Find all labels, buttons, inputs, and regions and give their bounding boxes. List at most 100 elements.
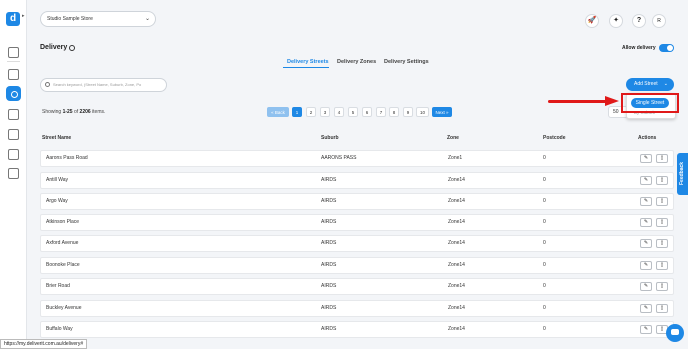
trash-icon[interactable]: ▯ [656, 154, 668, 163]
info-icon[interactable] [69, 45, 75, 51]
street-name-cell: Antill Way [46, 177, 69, 183]
zone-cell: Zone14 [448, 219, 465, 225]
zone-cell: Zone14 [448, 262, 465, 268]
edit-icon[interactable]: ✎ [640, 197, 652, 206]
street-name-cell: Axford Avenue [46, 240, 79, 246]
rocket-icon[interactable]: 🚀 [585, 14, 599, 28]
edit-icon[interactable]: ✎ [640, 176, 652, 185]
zone-cell: Zone14 [448, 326, 465, 332]
chevron-down-icon: ⌄ [144, 16, 150, 22]
pagination-page[interactable]: 9 [403, 107, 413, 117]
trash-icon[interactable]: ▯ [656, 239, 668, 248]
trash-icon[interactable]: ▯ [656, 197, 668, 206]
sidebar: d ▸ [0, 0, 27, 349]
pagination-page[interactable]: 2 [306, 107, 316, 117]
trash-icon[interactable]: ▯ [656, 218, 668, 227]
zone-cell: Zone14 [448, 240, 465, 246]
column-header-suburb: Suburb [321, 135, 339, 141]
feedback-tab[interactable]: Feedback [677, 153, 688, 195]
pagination-back[interactable]: « Back [267, 107, 289, 117]
search-input[interactable]: Search keyword, (Street Name, Suburb, Zo… [40, 78, 167, 92]
edit-icon[interactable]: ✎ [640, 218, 652, 227]
trash-icon[interactable]: ▯ [656, 176, 668, 185]
add-street-button[interactable]: Add Street ⌄ [626, 78, 674, 91]
edit-icon[interactable]: ✎ [640, 282, 652, 291]
column-header-zone: Zone [447, 135, 459, 141]
pagination-page[interactable]: 10 [416, 107, 429, 117]
sidebar-item-delivery[interactable] [6, 86, 21, 101]
sidebar-item-integrations[interactable] [8, 149, 19, 160]
street-name-cell: Brier Road [46, 283, 70, 289]
trash-icon[interactable]: ▯ [656, 304, 668, 313]
table-row: Buffalo Way AIRDS Zone14 0 ✎ ▯ [40, 321, 674, 338]
edit-icon[interactable]: ✎ [640, 304, 652, 313]
sidebar-item-payments[interactable] [8, 129, 19, 140]
suburb-cell: AIRDS [321, 326, 337, 332]
edit-icon[interactable]: ✎ [640, 239, 652, 248]
zone-cell: Zone1 [448, 155, 463, 161]
table-row: Brier Road AIRDS Zone14 0 ✎ ▯ [40, 278, 674, 295]
results-summary: Showing 1-25 of 2206 items. [42, 109, 106, 115]
puzzle-icon[interactable]: ✦ [609, 14, 623, 28]
sidebar-item-stores[interactable] [8, 47, 19, 58]
pagination-next[interactable]: Next » [432, 107, 452, 117]
status-url: https://my.deliverit.com.au/delivery# [0, 339, 88, 349]
postcode-cell: 0 [543, 219, 546, 225]
annotation-arrow [548, 100, 610, 103]
postcode-cell: 0 [543, 305, 546, 311]
edit-icon[interactable]: ✎ [640, 325, 652, 334]
suburb-cell: AIRDS [321, 283, 337, 289]
postcode-cell: 0 [543, 262, 546, 268]
suburb-cell: AIRDS [321, 262, 337, 268]
edit-icon[interactable]: ✎ [640, 154, 652, 163]
store-selector[interactable]: Studio Sample Store ⌄ [40, 11, 156, 27]
street-name-cell: Aarons Pass Road [46, 155, 88, 161]
pagination-page[interactable]: 7 [376, 107, 386, 117]
store-selector-label: Studio Sample Store [47, 16, 93, 22]
zone-cell: Zone14 [448, 283, 465, 289]
sidebar-item-logout[interactable] [8, 168, 19, 179]
chat-icon[interactable] [666, 324, 684, 342]
postcode-cell: 0 [543, 198, 546, 204]
app-logo[interactable]: d [6, 12, 20, 26]
trash-icon[interactable]: ▯ [656, 261, 668, 270]
table-row: Aarons Pass Road AARONS PASS Zone1 0 ✎ ▯ [40, 150, 674, 167]
street-name-cell: Boonoke Place [46, 262, 80, 268]
pagination-page[interactable]: 4 [334, 107, 344, 117]
column-header-street: Street Name [42, 135, 72, 141]
trash-icon[interactable]: ▯ [656, 282, 668, 291]
tab-delivery-zones[interactable]: Delivery Zones [337, 59, 376, 65]
sidebar-toggle-icon[interactable]: ▸ [22, 13, 25, 19]
postcode-cell: 0 [543, 240, 546, 246]
pagination-page[interactable]: 3 [320, 107, 330, 117]
suburb-cell: AIRDS [321, 198, 337, 204]
pagination-page[interactable]: 5 [348, 107, 358, 117]
sidebar-item-orders[interactable] [8, 69, 19, 80]
pagination-page[interactable]: 6 [362, 107, 372, 117]
pagination-page[interactable]: 1 [292, 107, 302, 117]
sidebar-divider [7, 61, 20, 62]
suburb-cell: AIRDS [321, 219, 337, 225]
tab-delivery-streets[interactable]: Delivery Streets [287, 59, 329, 65]
edit-icon[interactable]: ✎ [640, 261, 652, 270]
postcode-cell: 0 [543, 326, 546, 332]
avatar[interactable]: R [652, 14, 666, 28]
column-header-postcode: Postcode [543, 135, 566, 141]
postcode-cell: 0 [543, 283, 546, 289]
tab-delivery-settings[interactable]: Delivery Settings [384, 59, 429, 65]
search-icon [45, 82, 50, 87]
chevron-down-icon: ⌄ [663, 81, 668, 87]
street-name-cell: Buckley Avenue [46, 305, 82, 311]
annotation-highlight-box [621, 93, 679, 113]
sidebar-item-products[interactable] [8, 109, 19, 120]
allow-delivery-toggle[interactable] [659, 44, 674, 52]
table-row: Atkinson Place AIRDS Zone14 0 ✎ ▯ [40, 214, 674, 231]
table-row: Antill Way AIRDS Zone14 0 ✎ ▯ [40, 172, 674, 189]
zone-cell: Zone14 [448, 177, 465, 183]
zone-cell: Zone14 [448, 305, 465, 311]
active-tab-indicator [283, 67, 329, 68]
help-icon[interactable]: ? [632, 14, 646, 28]
street-name-cell: Argo Way [46, 198, 68, 204]
street-name-cell: Atkinson Place [46, 219, 80, 225]
pagination-page[interactable]: 8 [389, 107, 399, 117]
